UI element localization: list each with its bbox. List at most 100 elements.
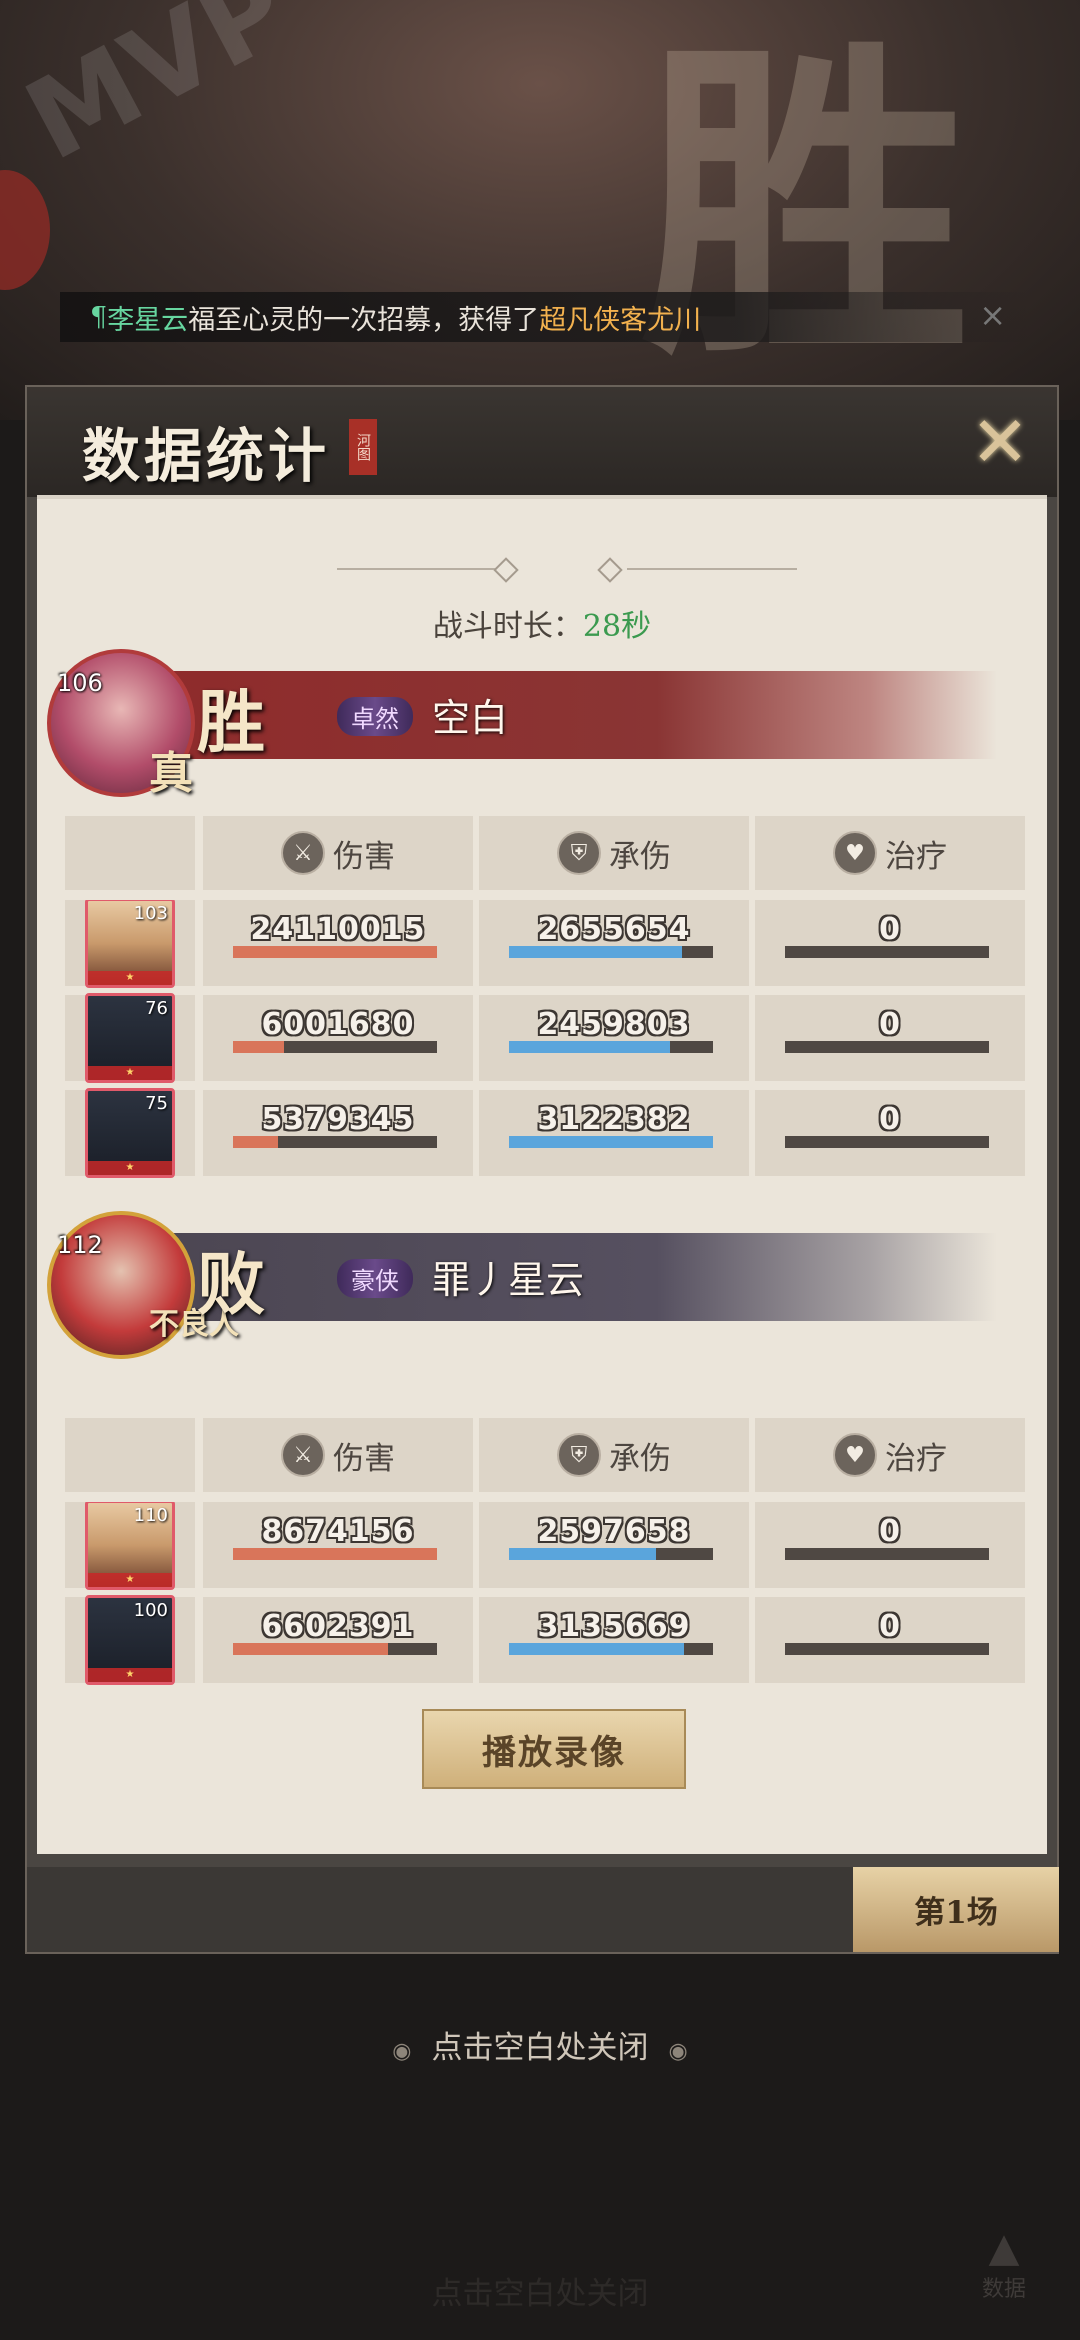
heal-value: 0	[879, 1102, 901, 1137]
hero-star-icon: ★	[88, 1161, 172, 1175]
stats-header-row: ⚔ 伤害 ⛨ 承伤 ♥ 治疗	[65, 816, 1025, 890]
header-damage: ⚔ 伤害	[203, 816, 473, 890]
damage-cell: 5379345	[203, 1090, 473, 1176]
system-broadcast: ¶ 李星云 福至心灵的一次招募，获得了 超凡侠客尤川 ×	[60, 292, 1030, 342]
header-damage-label: 伤害	[333, 838, 395, 875]
broadcast-item: 超凡侠客尤川	[539, 304, 702, 336]
header-taken-label: 承伤	[609, 838, 671, 875]
close-button[interactable]: ✕	[962, 401, 1038, 483]
hero-cell: 110 ★	[65, 1502, 195, 1590]
hero-cell: 100 ★	[65, 1595, 195, 1685]
hint-right-icon: ◉	[668, 2039, 688, 2064]
damage-cell: 6001680	[203, 995, 473, 1081]
heart-icon: ♥	[833, 831, 877, 875]
hero-portrait[interactable]: 103 ★	[85, 900, 175, 988]
heal-value: 0	[879, 1514, 901, 1549]
taken-cell: 2597658	[479, 1502, 749, 1588]
header-heal-label: 治疗	[885, 838, 947, 875]
sword-icon: ⚔	[281, 831, 325, 875]
hint-text: 点击空白处关闭	[431, 2030, 649, 2066]
duration-value: 28秒	[582, 609, 652, 644]
broadcast-text: 福至心灵的一次招募，获得了	[188, 304, 540, 336]
hero-portrait[interactable]: 110 ★	[85, 1502, 175, 1590]
damage-bar	[233, 1041, 437, 1053]
winner-badge: 真	[149, 748, 193, 799]
taken-value: 2597658	[537, 1514, 691, 1549]
stats-panel: 数据统计 河图 ✕ 战斗时长：28秒 106 真 胜 卓然 空白 ⚔ 伤害 ⛨ 承伤 ♥…	[25, 385, 1059, 1954]
sword-icon: ⚔	[281, 1433, 325, 1477]
panel-title: 数据统计	[82, 422, 331, 490]
heal-bar	[785, 1643, 989, 1655]
hint-left-icon: ◉	[392, 2039, 412, 2064]
header-heal-label: 治疗	[885, 1440, 947, 1477]
panel-header: 数据统计 河图 ✕	[27, 387, 1057, 497]
heal-cell: 0	[755, 1090, 1025, 1176]
taken-bar-fill	[509, 946, 683, 958]
taken-bar	[509, 1548, 713, 1560]
hero-level: 110	[133, 1505, 168, 1526]
hero-level: 76	[145, 998, 168, 1019]
replay-button[interactable]: 播放录像	[422, 1709, 686, 1789]
taken-bar	[509, 946, 713, 958]
taken-cell: 3122382	[479, 1090, 749, 1176]
header-heal: ♥ 治疗	[755, 816, 1025, 890]
stats-header-row: ⚔ 伤害 ⛨ 承伤 ♥ 治疗	[65, 1418, 1025, 1492]
winner-rank-tag: 卓然	[337, 697, 413, 736]
stats-row: 75 ★ 5379345 3122382 0	[65, 1088, 1025, 1178]
hero-star-icon: ★	[88, 1573, 172, 1587]
loser-rank-tag: 豪侠	[337, 1259, 413, 1298]
heal-bar	[785, 1548, 989, 1560]
close-hint[interactable]: ◉ 点击空白处关闭 ◉	[0, 2022, 1080, 2067]
lose-result: 败	[197, 1245, 266, 1325]
taken-cell: 2655654	[479, 900, 749, 986]
damage-bar	[233, 946, 437, 958]
damage-bar	[233, 1643, 437, 1655]
winner-stats-table: ⚔ 伤害 ⛨ 承伤 ♥ 治疗 103 ★ 24110015 2655654 0 76 ★ 6001680 2…	[65, 816, 1025, 1181]
divider-ornament	[37, 549, 1047, 589]
damage-bar-fill	[233, 1643, 389, 1655]
broadcast-player: 李星云	[107, 304, 189, 336]
heal-value: 0	[879, 1007, 901, 1042]
damage-bar-fill	[233, 1548, 437, 1560]
hero-star-icon: ★	[88, 971, 172, 985]
heal-bar	[785, 1136, 989, 1148]
damage-cell: 8674156	[203, 1502, 473, 1588]
loser-name: 罪丿星云	[432, 1258, 585, 1302]
heal-value: 0	[879, 1609, 901, 1644]
hero-portrait[interactable]: 100 ★	[85, 1595, 175, 1685]
hero-cell: 103 ★	[65, 900, 195, 988]
damage-cell: 6602391	[203, 1597, 473, 1683]
broadcast-prefix: ¶	[90, 301, 108, 333]
winner-level: 106	[57, 669, 103, 697]
shield-icon: ⛨	[557, 831, 601, 875]
taken-value: 2655654	[537, 912, 691, 947]
taken-bar	[509, 1136, 713, 1148]
taken-cell: 2459803	[479, 995, 749, 1081]
hero-level: 103	[133, 903, 168, 924]
stats-corner-label: 数据	[981, 2277, 1026, 2302]
broadcast-close-icon[interactable]: ×	[979, 296, 1006, 334]
taken-bar-fill	[509, 1136, 713, 1148]
damage-value: 6602391	[261, 1609, 415, 1644]
damage-bar	[233, 1548, 437, 1560]
hero-portrait[interactable]: 75 ★	[85, 1088, 175, 1178]
heal-bar	[785, 1041, 989, 1053]
header-damage-label: 伤害	[333, 1440, 395, 1477]
heal-cell: 0	[755, 995, 1025, 1081]
hero-portrait[interactable]: 76 ★	[85, 993, 175, 1083]
winner-banner: 106 真 胜 卓然 空白	[37, 649, 1047, 799]
header-taken: ⛨ 承伤	[479, 816, 749, 890]
taken-cell: 3135669	[479, 1597, 749, 1683]
taken-bar-fill	[509, 1041, 671, 1053]
damage-bar-fill	[233, 1136, 278, 1148]
stats-row: 103 ★ 24110015 2655654 0	[65, 900, 1025, 988]
damage-cell: 24110015	[203, 900, 473, 986]
shield-icon: ⛨	[557, 1433, 601, 1477]
taken-bar	[509, 1041, 713, 1053]
round-tab-1[interactable]: 第1场	[853, 1867, 1059, 1952]
hero-star-icon: ★	[88, 1668, 172, 1682]
stats-row: 110 ★ 8674156 2597658 0	[65, 1502, 1025, 1590]
stats-row: 100 ★ 6602391 3135669 0	[65, 1595, 1025, 1685]
stats-corner-icon: ▲ 数据	[968, 2225, 1040, 2325]
heal-cell: 0	[755, 1502, 1025, 1588]
